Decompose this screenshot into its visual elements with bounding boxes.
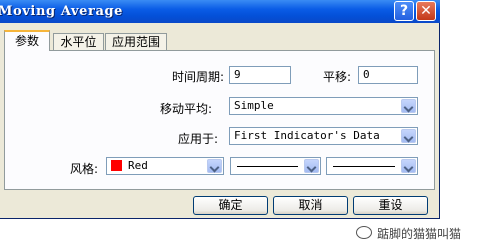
ma-method-label: 移动平均: <box>160 102 213 116</box>
style-label: 风格: <box>70 162 99 176</box>
window-title: Moving Average <box>0 4 124 19</box>
indicator-dialog: Moving Average ? ✕ 参数 水平位 应用范围 时间周期: 9 平… <box>0 0 440 219</box>
period-input[interactable]: 9 <box>229 66 291 84</box>
color-swatch <box>111 160 122 171</box>
ma-method-value: Simple <box>234 99 274 112</box>
tab-levels[interactable]: 水平位 <box>53 33 104 50</box>
apply-to-select[interactable]: First Indicator's Data <box>229 127 418 145</box>
color-value: Red <box>128 159 148 172</box>
tab-visualization-scope[interactable]: 应用范围 <box>105 33 167 50</box>
line-width-sample <box>333 166 395 167</box>
ok-button[interactable]: 确定 <box>193 196 268 215</box>
close-button[interactable]: ✕ <box>416 1 436 21</box>
cancel-button[interactable]: 取消 <box>273 196 348 215</box>
chevron-down-icon[interactable] <box>401 99 416 113</box>
watermark: 踮脚的猫猫叫猫 <box>356 225 461 242</box>
watermark-text: 踮脚的猫猫叫猫 <box>377 227 462 241</box>
reset-button[interactable]: 重设 <box>353 196 428 215</box>
chevron-down-icon[interactable] <box>207 159 222 173</box>
line-width-select[interactable] <box>326 157 418 175</box>
chevron-down-icon[interactable] <box>401 159 416 173</box>
line-style-sample <box>237 166 298 167</box>
shift-input[interactable]: 0 <box>358 66 418 84</box>
shift-label: 平移: <box>323 70 352 84</box>
help-button[interactable]: ? <box>394 1 414 21</box>
wechat-icon <box>356 226 372 239</box>
period-label: 时间周期: <box>172 70 225 84</box>
parameters-panel: 时间周期: 9 平移: 0 移动平均: Simple 应用于: First In… <box>4 50 435 190</box>
chevron-down-icon[interactable] <box>401 129 416 143</box>
apply-to-value: First Indicator's Data <box>234 129 380 142</box>
chevron-down-icon[interactable] <box>304 159 319 173</box>
line-style-select[interactable] <box>230 157 321 175</box>
color-select[interactable]: Red <box>106 157 224 175</box>
tab-parameters[interactable]: 参数 <box>4 30 50 51</box>
ma-method-select[interactable]: Simple <box>229 97 418 115</box>
apply-to-label: 应用于: <box>178 132 219 146</box>
title-bar[interactable]: Moving Average ? ✕ <box>0 0 440 23</box>
